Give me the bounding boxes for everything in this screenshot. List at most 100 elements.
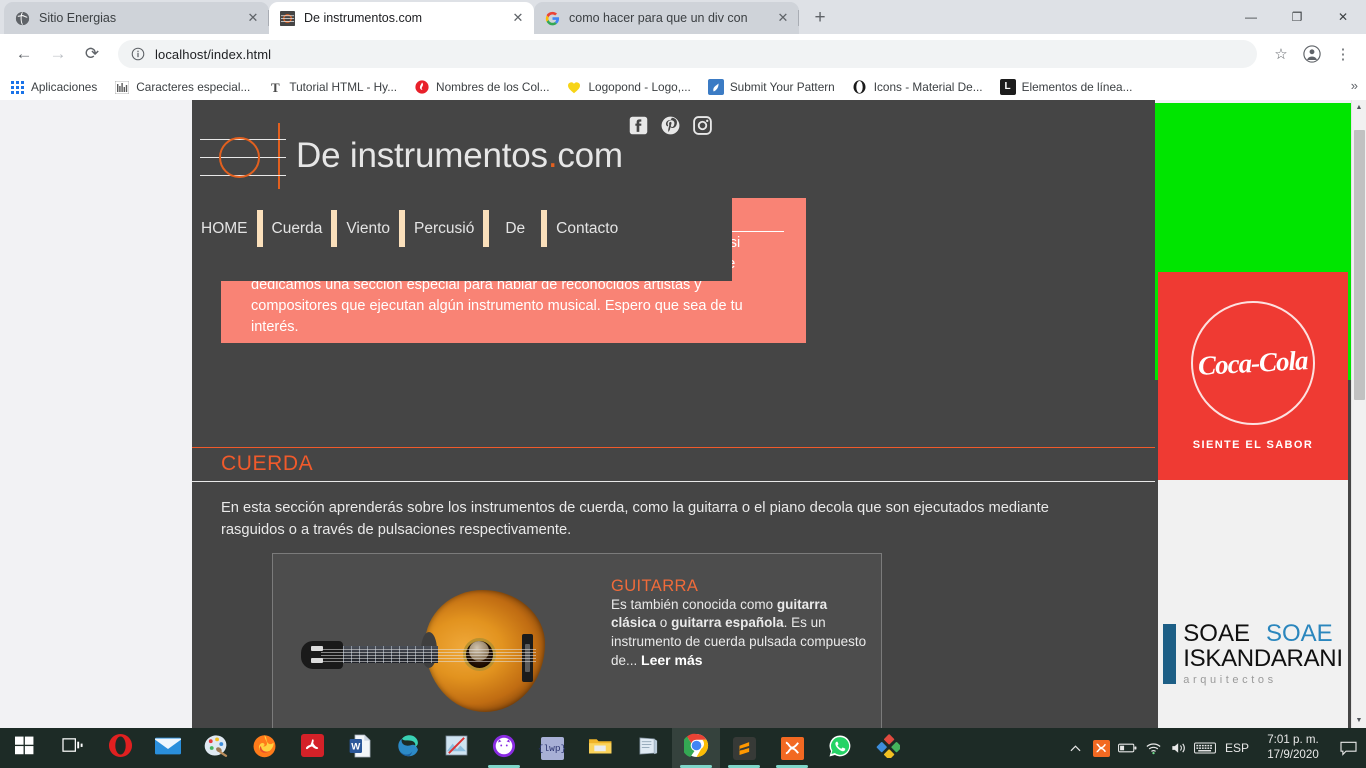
soae-word-blue: SOAE: [1266, 620, 1333, 648]
bookmark-label: Nombres de los Col...: [436, 80, 550, 94]
minimize-button[interactable]: —: [1228, 0, 1274, 34]
nav-item-contacto[interactable]: Contacto: [547, 210, 628, 247]
music-staff-circle-logo[interactable]: [200, 121, 286, 191]
toolbar-actions: ☆ ⋮: [1263, 41, 1356, 67]
bookmark-label: Elementos de línea...: [1021, 80, 1133, 94]
photo-editor-button[interactable]: [432, 728, 480, 768]
letter-l-icon: L: [999, 79, 1016, 95]
firefox-button[interactable]: [240, 728, 288, 768]
section-intro-text: En esta sección aprenderás sobre los ins…: [221, 500, 1049, 538]
language-indicator[interactable]: ESP: [1218, 728, 1256, 768]
browser-tab-active[interactable]: De instrumentos.com ✕: [269, 2, 534, 34]
bookmark-label: Caracteres especial...: [136, 80, 251, 94]
task-view-button[interactable]: [48, 728, 96, 768]
tab-title: como hacer para que un div con: [569, 11, 748, 25]
edge-button[interactable]: [384, 728, 432, 768]
reload-icon[interactable]: ⟳: [78, 40, 106, 68]
scroll-up-arrow-icon[interactable]: ▲: [1352, 100, 1366, 115]
vertical-scrollbar[interactable]: ▲ ▼: [1351, 100, 1366, 728]
nav-item-percusion[interactable]: Percusió: [405, 210, 484, 247]
mail-button[interactable]: [144, 728, 192, 768]
facebook-icon[interactable]: [627, 114, 649, 136]
forward-icon[interactable]: →: [44, 40, 72, 68]
red-circle-icon: [414, 79, 430, 95]
speaker-icon[interactable]: [1166, 728, 1192, 768]
notification-bubble-icon[interactable]: [1330, 728, 1366, 768]
pinterest-icon[interactable]: [659, 114, 681, 136]
whatsapp-button[interactable]: [816, 728, 864, 768]
task-view-icon: [61, 736, 83, 760]
xampp-tray-icon[interactable]: [1088, 728, 1114, 768]
letter-t-icon: T: [270, 79, 280, 95]
bookmark-elementos-linea[interactable]: L Elementos de línea...: [999, 79, 1133, 95]
chrome-button[interactable]: [672, 728, 720, 768]
battery-icon[interactable]: [1114, 728, 1140, 768]
opera-icon: [108, 733, 133, 763]
browser-tab[interactable]: como hacer para que un div con ✕: [534, 2, 799, 34]
profile-avatar-icon[interactable]: [1299, 41, 1325, 67]
close-icon[interactable]: ✕: [775, 10, 791, 26]
folder-icon: [588, 735, 613, 761]
tray-time: 7:01 p. m.: [1267, 733, 1319, 747]
bookmark-label: Icons - Material De...: [873, 80, 983, 94]
read-more-link[interactable]: Leer más: [641, 652, 702, 668]
close-window-button[interactable]: ✕: [1320, 0, 1366, 34]
new-tab-button[interactable]: +: [806, 4, 834, 32]
adobe-acrobat-icon: [300, 734, 324, 762]
scrollbar-thumb[interactable]: [1354, 130, 1365, 400]
close-icon[interactable]: ✕: [510, 10, 526, 26]
opera-button[interactable]: [96, 728, 144, 768]
google-icon: [544, 10, 560, 26]
wifi-icon[interactable]: [1140, 728, 1166, 768]
clock[interactable]: 7:01 p. m. 17/9/2020: [1256, 728, 1330, 768]
browser-tab[interactable]: Sitio Energias ✕: [4, 2, 269, 34]
website-content: rumentos.com En este sitio conocerás un …: [192, 100, 1351, 728]
browser-toolbar: ← → ⟳ localhost/index.html ☆ ⋮: [0, 34, 1366, 74]
instagram-icon[interactable]: [691, 114, 713, 136]
local-wp-button[interactable]: {lwp}: [528, 728, 576, 768]
bookmark-submit-pattern[interactable]: Submit Your Pattern: [707, 79, 835, 95]
instrument-card-guitarra[interactable]: GUITARRA Es también conocida como guitar…: [272, 553, 882, 728]
bookmarks-overflow-icon[interactable]: »: [1351, 78, 1358, 93]
word-button[interactable]: W: [336, 728, 384, 768]
nav-item-viento[interactable]: Viento: [337, 210, 400, 247]
tray-overflow-icon[interactable]: [1062, 728, 1088, 768]
maximize-button[interactable]: ❐: [1274, 0, 1320, 34]
github-desktop-button[interactable]: [480, 728, 528, 768]
keyboard-icon[interactable]: [1192, 728, 1218, 768]
soae-word-dark: SOAE: [1183, 620, 1250, 648]
card-text-1: Es también conocida como: [611, 597, 777, 612]
paint-button[interactable]: [192, 728, 240, 768]
bookmark-tutorial-html[interactable]: T Tutorial HTML - Hy...: [267, 79, 397, 95]
soae-line-2: ISKANDARANI: [1183, 645, 1343, 673]
app-button[interactable]: [864, 728, 912, 768]
nav-item-de[interactable]: De: [489, 210, 542, 247]
bookmark-star-icon[interactable]: ☆: [1268, 41, 1294, 67]
bookmark-nombres-colores[interactable]: Nombres de los Col...: [414, 79, 549, 95]
nav-item-cuerda[interactable]: Cuerda: [262, 210, 332, 247]
bookmark-logopond[interactable]: Logopond - Logo,...: [566, 79, 691, 95]
scroll-down-arrow-icon[interactable]: ▼: [1352, 713, 1366, 728]
bookmark-material-icons[interactable]: Icons - Material De...: [852, 79, 983, 95]
notepad-button[interactable]: [624, 728, 672, 768]
bookmark-caracteres[interactable]: Caracteres especial...: [114, 79, 250, 95]
address-bar[interactable]: localhost/index.html: [118, 40, 1257, 68]
bookmark-apps[interactable]: Aplicaciones: [9, 79, 97, 95]
microsoft-edge-icon: [396, 733, 421, 763]
ad-soae-iskandarani[interactable]: SOAE SOAE ISKANDARANI arquitectos: [1158, 480, 1348, 728]
acrobat-button[interactable]: [288, 728, 336, 768]
chrome-menu-icon[interactable]: ⋮: [1330, 41, 1356, 67]
sublime-text-button[interactable]: [720, 728, 768, 768]
site-title: De instrumentos.com: [296, 136, 623, 176]
start-button[interactable]: [0, 728, 48, 768]
xampp-button[interactable]: [768, 728, 816, 768]
tab-title: Sitio Energias: [39, 11, 117, 25]
nav-item-home[interactable]: HOME: [192, 210, 257, 247]
purple-cat-icon: [492, 734, 516, 763]
windows-logo-icon: [14, 736, 34, 760]
ad-coca-cola[interactable]: Coca-Cola SIENTE EL SABOR: [1158, 272, 1348, 480]
info-circle-icon[interactable]: [130, 46, 146, 62]
back-icon[interactable]: ←: [10, 40, 38, 68]
close-icon[interactable]: ✕: [245, 10, 261, 26]
file-explorer-button[interactable]: [576, 728, 624, 768]
